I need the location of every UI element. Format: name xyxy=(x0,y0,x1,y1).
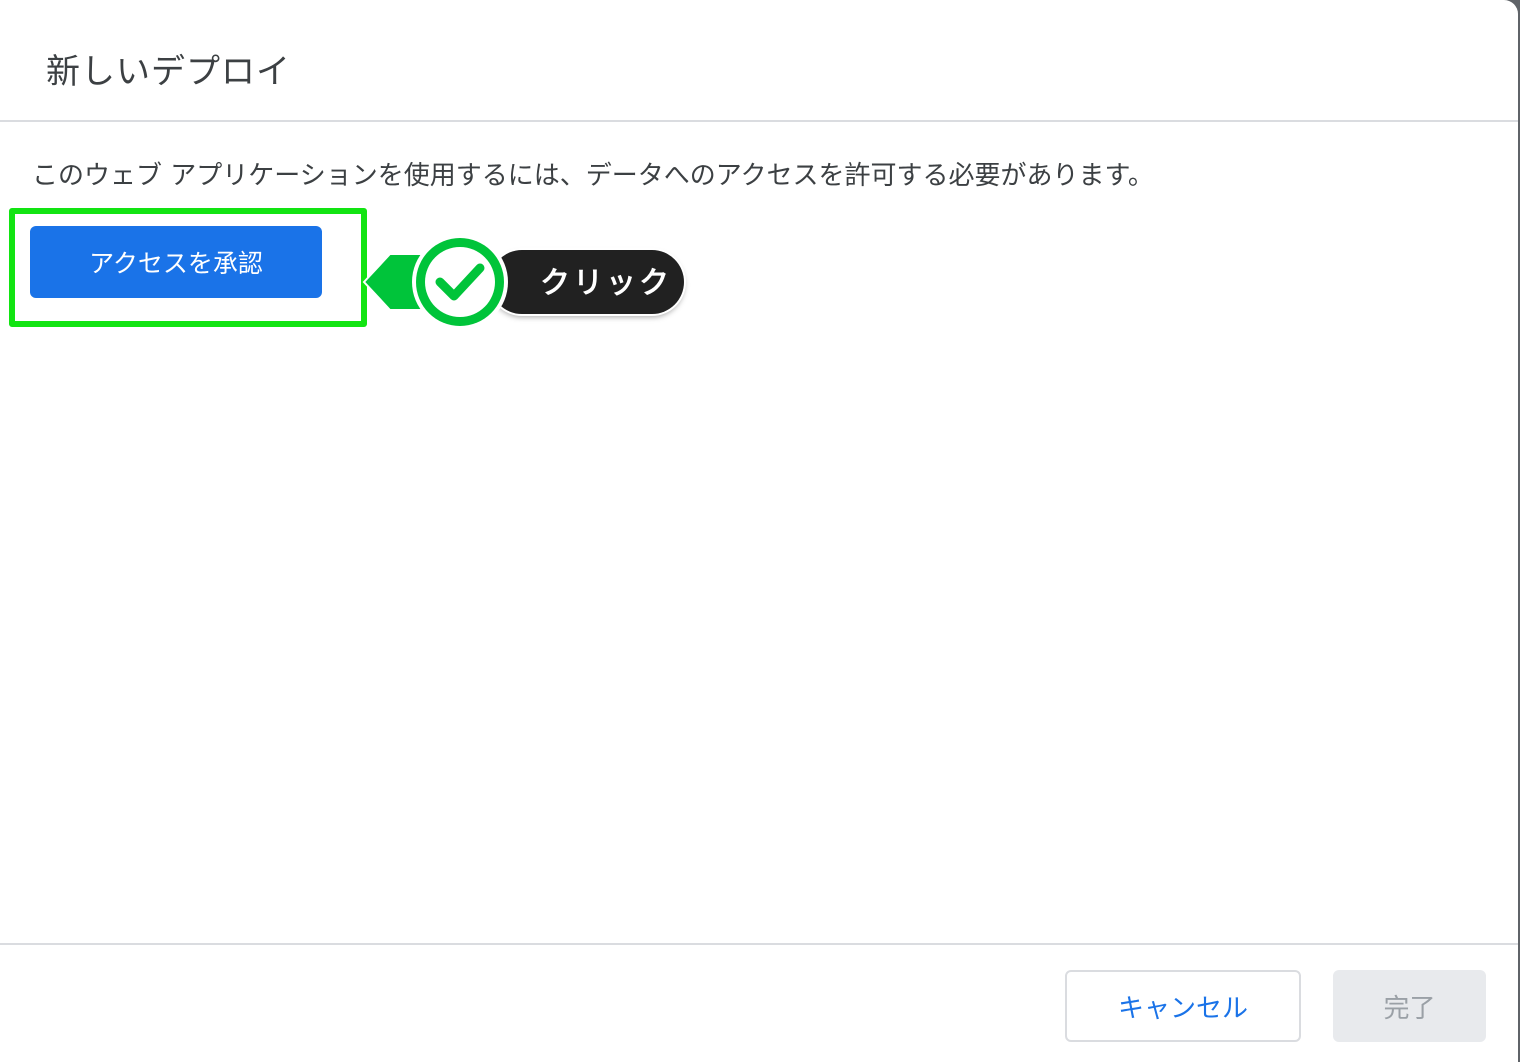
access-message: このウェブ アプリケーションを使用するには、データへのアクセスを許可する必要があ… xyxy=(32,161,1154,191)
deploy-dialog: 新しいデプロイ このウェブ アプリケーションを使用するには、データへのアクセスを… xyxy=(0,0,1518,1062)
footer-divider xyxy=(0,943,1518,945)
cancel-button[interactable]: キャンセル xyxy=(1065,970,1301,1042)
callout-badge xyxy=(362,234,508,330)
callout-label: クリック xyxy=(540,266,672,301)
click-callout: クリック xyxy=(360,228,690,340)
dialog-title: 新しいデプロイ xyxy=(46,52,291,92)
authorize-access-button[interactable]: アクセスを承認 xyxy=(30,226,322,298)
header-divider xyxy=(0,120,1518,122)
done-button[interactable]: 完了 xyxy=(1333,970,1486,1042)
